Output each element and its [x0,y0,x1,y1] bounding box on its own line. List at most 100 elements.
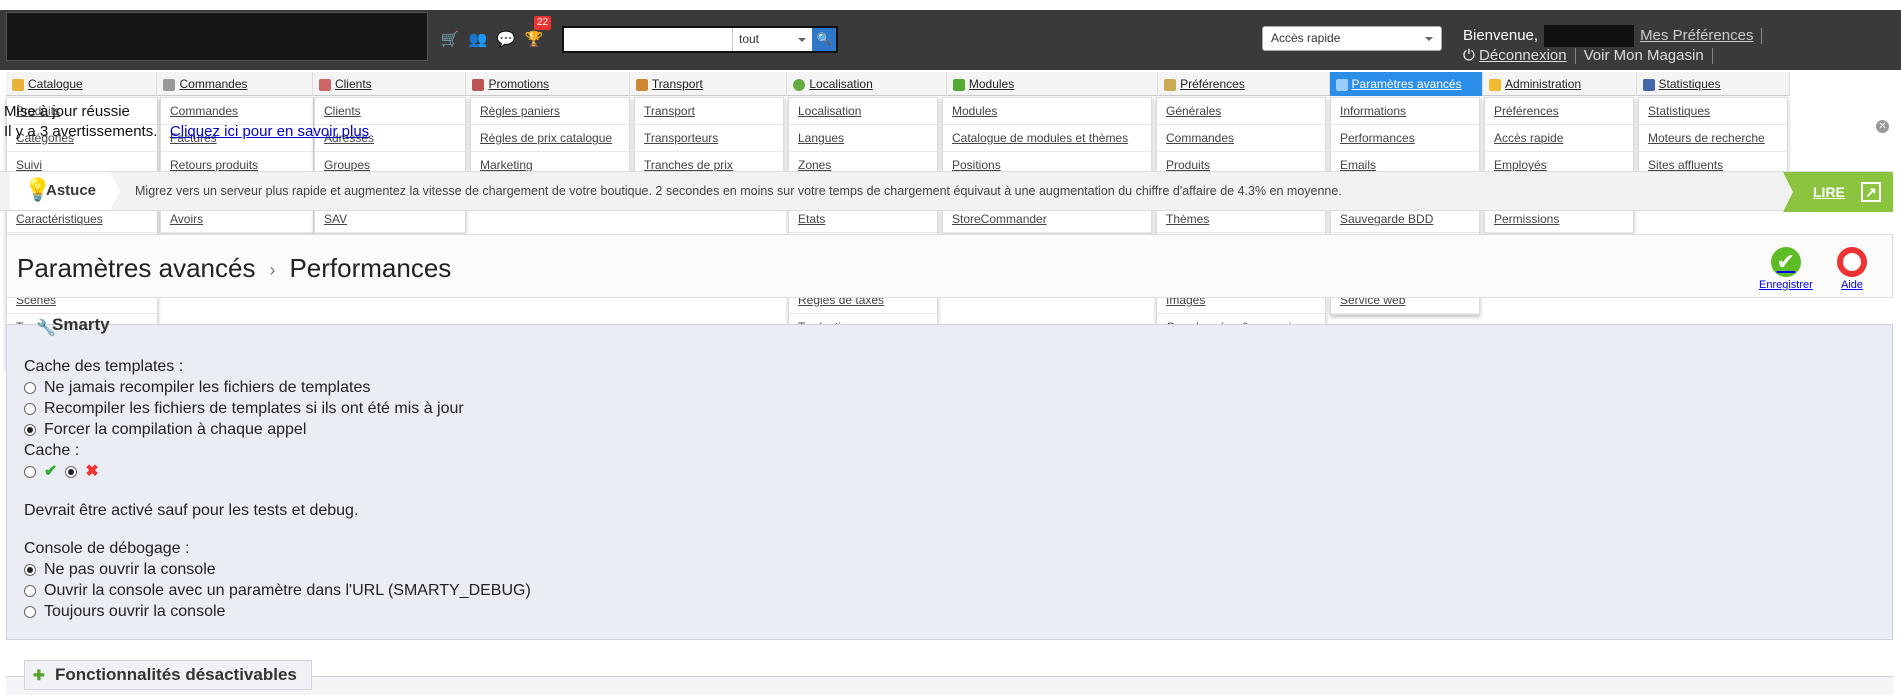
wrench-icon [1335,78,1348,91]
flash-warning-text: Il y a 3 avertissements. [4,123,158,140]
search-bar: tout 🔍 [562,26,838,53]
smarty-title: Smarty [52,315,110,334]
tab-localisation[interactable]: Localisation [787,72,947,96]
tab-commandes[interactable]: Commandes [157,72,313,96]
option-label: Ne pas ouvrir la console [44,561,216,578]
view-store-link[interactable]: Voir Mon Magasin [1584,47,1704,64]
radio-button[interactable] [24,605,36,618]
radio-button[interactable] [24,584,36,597]
submenu-item[interactable]: Préférences [1485,98,1633,125]
warnings-link[interactable]: Cliquez ici pour en savoir plus [170,123,369,140]
radio-button[interactable] [24,563,36,576]
tab-label: Paramètres avancés [1351,77,1462,91]
breadcrumb-parent: Paramètres avancés [17,253,256,283]
help-button[interactable]: Aide [1837,247,1867,291]
globe-icon [793,78,806,91]
radio-option[interactable]: Recompiler les fichiers de templates si … [24,398,464,419]
submenu-item[interactable]: Localisation [789,98,937,125]
tab-transport[interactable]: Transport [630,72,788,96]
page-title: Performances [289,253,452,283]
radio-option[interactable]: Forcer la compilation à chaque appel [24,419,464,440]
radio-option[interactable]: Ouvrir la console avec un paramètre dans… [24,580,531,601]
flash-success: Mise à jour réussie [4,103,130,120]
radio-option[interactable]: Ne jamais recompiler les fichiers de tem… [24,377,464,398]
cart-icon [163,78,176,91]
submenu-item[interactable]: Commandes [1157,125,1325,152]
submenu-item[interactable]: Règles paniers [471,98,629,125]
submenu-localisation: LocalisationLanguesZonesPaysEtatsDevises… [788,97,938,342]
tab-catalogue[interactable]: Catalogue [6,72,158,96]
separator [1574,48,1576,65]
submenu-item[interactable]: Générales [1157,98,1325,125]
tab-parametres-avances[interactable]: Paramètres avancés [1329,72,1484,96]
submenu-item[interactable]: Performances [1331,125,1479,152]
submenu-item[interactable]: Informations [1331,98,1479,125]
debug-console-group: Console de débogage : Ne pas ouvrir la c… [24,538,531,622]
key-icon [1489,78,1502,91]
help-label: Aide [1840,279,1864,291]
flash-message: Mise à jour réussie Il y a 3 avertisseme… [4,102,369,142]
search-input[interactable] [564,28,732,51]
tab-statistiques[interactable]: Statistiques [1637,72,1790,96]
features-legend: ✚ Fonctionnalités désactivables [24,660,312,690]
user-icon [318,78,331,91]
page-toolbar: Paramètres avancés › Performances ✔ Enregis… [6,234,1893,298]
truck-icon [635,78,648,91]
tab-label: Modules [968,77,1015,91]
disabled-cross-icon: ✖ [85,463,99,480]
preferences-icon [1164,78,1177,91]
search-button[interactable]: 🔍 [812,28,836,51]
users-icon[interactable]: 👥 [468,30,488,50]
submenu-item[interactable]: Moteurs de recherche [1639,125,1787,152]
cache-label: Cache : [24,442,80,459]
option-label: Recompiler les fichiers de templates si … [44,400,464,417]
submenu-transport: Transport Transporteurs Tranches de prix [634,97,784,180]
radio-button[interactable] [24,402,36,415]
flash-warning: Il y a 3 avertissements. Cliquez ici pou… [4,122,369,142]
close-icon[interactable]: ✕ [1876,120,1889,133]
tab-label: Localisation [809,77,873,91]
shop-logo-redacted [6,12,428,61]
submenu-item[interactable]: Règles de prix catalogue [471,125,629,152]
tab-clients[interactable]: Clients [313,72,467,96]
tip-bar: 💡 Astuce Migrez vers un serveur plus rapi… [0,171,1893,212]
read-more-button[interactable]: LIRE ↗ [1783,172,1893,212]
folder-icon [12,78,24,91]
puzzle-icon: ✚ [33,667,45,683]
radio-button[interactable] [24,465,36,478]
tab-preferences[interactable]: Préférences [1158,72,1330,96]
cart-icon[interactable]: 🛒 [440,30,460,50]
radio-button[interactable] [24,423,36,436]
employee-name-redacted [1544,25,1635,47]
tab-modules[interactable]: Modules [947,72,1159,96]
submenu-item[interactable]: Modules [943,98,1151,125]
submenu-item[interactable]: Statistiques [1639,98,1787,125]
lifebuoy-icon [1837,247,1867,277]
submenu-item[interactable]: Langues [789,125,937,152]
logout-link[interactable]: Déconnexion [1479,47,1567,64]
tab-label: Commandes [179,77,248,91]
quick-access-select[interactable]: Accès rapide [1262,26,1442,51]
chat-icon[interactable]: 💬 [496,30,516,50]
read-more-label: LIRE [1813,184,1845,200]
radio-button[interactable] [24,381,36,394]
submenu-item[interactable]: Accès rapide [1485,125,1633,152]
my-preferences-link[interactable]: Mes Préférences [1640,27,1753,44]
search-scope-select[interactable]: tout [732,28,812,51]
radio-option[interactable]: Ne pas ouvrir la console [24,559,531,580]
tip-label: Astuce [46,182,97,199]
welcome-line2: ⏻ Déconnexion Voir Mon Magasin [1463,47,1721,65]
tab-label: Clients [334,77,372,91]
option-label: Forcer la compilation à chaque appel [44,421,307,438]
checkmark-icon: ✔ [1770,247,1801,277]
save-button[interactable]: ✔ Enregistrer [1759,247,1813,291]
submenu-item[interactable]: Catalogue de modules et thèmes [943,125,1151,152]
submenu-item[interactable]: Transport [635,98,783,125]
radio-option[interactable]: Toujours ouvrir la console [24,601,531,622]
welcome-text: Bienvenue, [1463,26,1539,44]
radio-button[interactable] [65,465,78,478]
tab-promotions[interactable]: Promotions [466,72,630,96]
trophy-icon[interactable]: 🏆 22 [524,16,552,50]
submenu-item[interactable]: Transporteurs [635,125,783,152]
tab-administration[interactable]: Administration [1483,72,1637,96]
